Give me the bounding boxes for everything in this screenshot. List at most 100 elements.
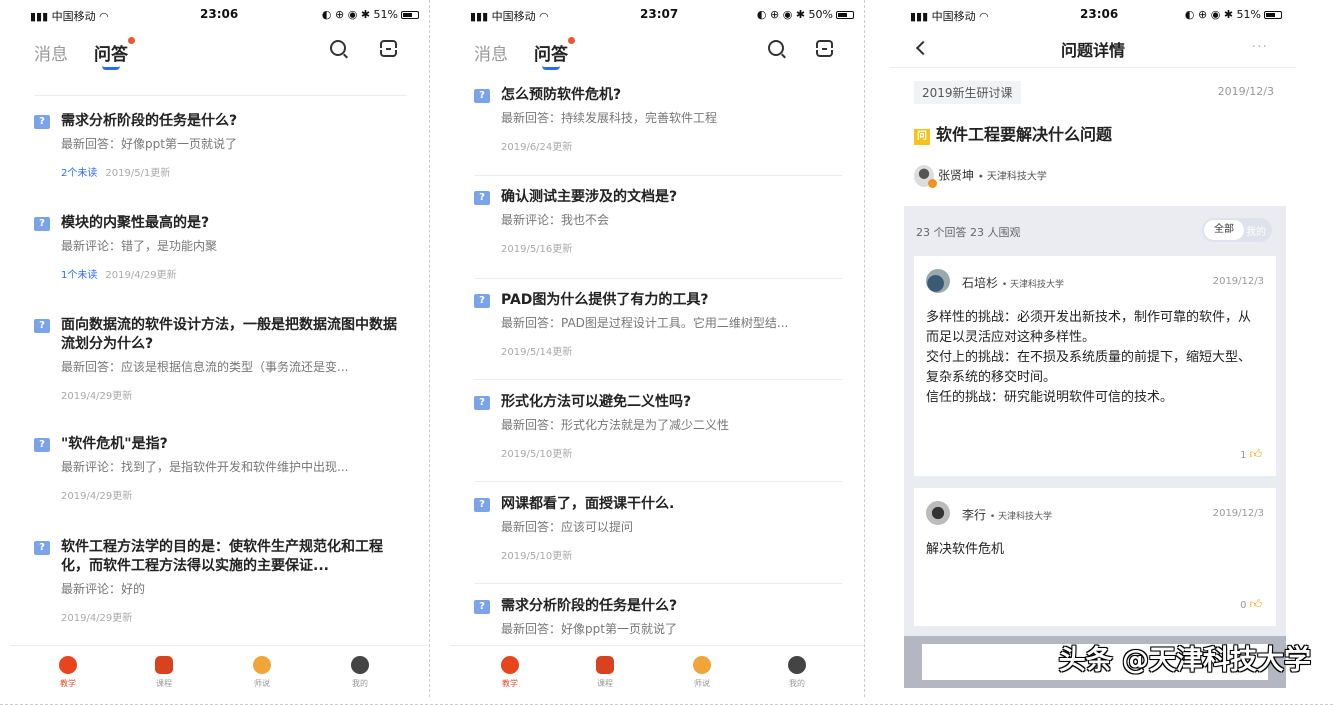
updated-date: 2019/5/10更新 <box>501 551 573 562</box>
status-right: ◐ ⊕ ◉ ✱ 50% <box>757 8 854 21</box>
tab-underline <box>542 66 560 70</box>
bottom-nav: 教学 课程 师说 我的 <box>450 645 864 697</box>
question-icon: ? <box>474 89 490 103</box>
nav-teacher-talk[interactable]: 师说 <box>242 656 282 689</box>
like-button[interactable]: 0 👍︎ <box>1240 597 1262 612</box>
answer-card[interactable]: 李行 • 天津科技大学 2019/12/3 解决软件危机 0 👍︎ <box>914 488 1276 626</box>
latest-reply: 最新回答：PAD图是过程设计工具。它用二维树型结... <box>501 316 789 330</box>
question-title: 软件工程方法学的目的是：使软件生产规范化和工程化，而软件工程方法得以实施的主要保… <box>61 539 383 574</box>
list-item[interactable]: ? 网课都看了，面授课干什么. 最新回答：应该可以提问 2019/5/10更新 <box>474 495 842 562</box>
status-right: ◐ ⊕ ◉ ✱ 51% <box>1185 8 1282 21</box>
nav-label: 教学 <box>502 679 518 688</box>
answer-card[interactable]: 石培杉 • 天津科技大学 2019/12/3 多样性的挑战：必须开发出新技术，制… <box>914 256 1276 476</box>
answer-stats: 23 个回答 23 人围观 <box>916 226 1021 239</box>
item-meta: 2019/4/29更新 <box>61 487 407 502</box>
nav-label: 我的 <box>352 679 368 688</box>
nav-mine[interactable]: 我的 <box>340 656 380 689</box>
question-detail-screen: ▮▮▮ 中国移动 ◠ 23:06 ◐ ⊕ ◉ ✱ 51% 问题详情 ··· 20… <box>890 0 1296 697</box>
latest-reply: 最新评论：找到了，是指软件开发和软件维护中出现... <box>61 460 349 474</box>
question-list: ? 需求分析阶段的任务是什么? 最新回答：好像ppt第一页就说了 2个未读 201… <box>10 76 429 645</box>
author-school: 天津科技大学 <box>998 512 1053 522</box>
top-tabs: 消息 问答 <box>10 36 429 76</box>
nav-label: 师说 <box>694 679 710 688</box>
nav-label: 课程 <box>156 679 172 688</box>
search-icon[interactable] <box>768 40 784 56</box>
updated-date: 2019/6/24更新 <box>501 142 573 153</box>
filter-toggle[interactable]: 全部 我的 <box>1202 218 1272 242</box>
tab-messages[interactable]: 消息 <box>34 40 68 65</box>
question-icon: ? <box>474 191 490 205</box>
author-name: 张贤坤 <box>938 168 975 183</box>
list-item[interactable]: ? 需求分析阶段的任务是什么? 最新回答：好像ppt第一页就说了 2个未读 201… <box>34 112 407 179</box>
battery-icon <box>1264 11 1282 19</box>
question-title: 模块的内聚性最高的是? <box>61 215 210 231</box>
status-bar: ▮▮▮ 中国移动 ◠ 23:07 ◐ ⊕ ◉ ✱ 50% <box>450 4 864 24</box>
thumbs-up-icon: 👍︎ <box>1249 447 1262 461</box>
tab-messages[interactable]: 消息 <box>474 40 508 65</box>
question-date: 2019/12/3 <box>1217 85 1274 98</box>
updated-date: 2019/4/29更新 <box>61 613 133 624</box>
latest-reply: 最新回答：应该可以提问 <box>501 520 634 534</box>
search-icon[interactable] <box>330 40 346 56</box>
nav-teacher-talk[interactable]: 师说 <box>682 656 722 689</box>
course-icon <box>155 656 173 674</box>
tab-qa[interactable]: 问答 <box>534 37 575 70</box>
battery-percent: 51% <box>373 8 398 21</box>
unread-count: 2个未读 <box>61 168 98 179</box>
list-item[interactable]: ? 模块的内聚性最高的是? 最新评论：错了，是功能内聚 1个未读 2019/4/2… <box>34 214 407 281</box>
question-author[interactable]: 张贤坤 • 天津科技大学 <box>914 165 1047 188</box>
latest-reply: 最新回答：好像ppt第一页就说了 <box>61 137 237 151</box>
top-tabs: 消息 问答 <box>450 36 864 76</box>
list-item[interactable]: ? 需求分析阶段的任务是什么? 最新回答：好像ppt第一页就说了 <box>474 597 842 637</box>
question-icon: ? <box>34 217 50 231</box>
scan-icon[interactable] <box>379 40 398 57</box>
question-tag-icon: 问 <box>914 129 930 145</box>
thumbs-up-icon: 👍︎ <box>1249 597 1262 611</box>
list-item[interactable]: ? PAD图为什么提供了有力的工具? 最新回答：PAD图是过程设计工具。它用二维… <box>474 291 842 358</box>
bottom-nav: 教学 课程 师说 我的 <box>10 645 429 697</box>
nav-course[interactable]: 课程 <box>585 656 625 689</box>
question-heading: 问软件工程要解决什么问题 <box>914 121 1112 145</box>
item-meta: 1个未读 2019/4/29更新 <box>61 266 407 281</box>
more-icon[interactable]: ··· <box>1252 39 1268 55</box>
course-tag[interactable]: 2019新生研讨课 <box>914 81 1021 104</box>
teacher-icon <box>693 656 711 674</box>
like-count: 1 <box>1240 450 1247 461</box>
clock: 23:06 <box>200 7 239 21</box>
updated-date: 2019/5/10更新 <box>501 449 573 460</box>
author-school: 天津科技大学 <box>986 171 1047 183</box>
nav-teaching[interactable]: 教学 <box>48 656 88 689</box>
answer-date: 2019/12/3 <box>1212 276 1264 287</box>
list-item[interactable]: ? 怎么预防软件危机? 最新回答：持续发展科技，完善软件工程 2019/6/24… <box>474 86 842 153</box>
profile-icon <box>351 656 369 674</box>
badge-dot <box>128 37 135 44</box>
nav-mine[interactable]: 我的 <box>777 656 817 689</box>
question-icon: ? <box>474 294 490 308</box>
latest-reply: 最新回答：应该是根据信息流的类型（事务流还是变... <box>61 360 349 374</box>
badge-dot <box>568 37 575 44</box>
question-title: "软件危机"是指? <box>61 436 168 452</box>
latest-reply: 最新回答：形式化方法就是为了减少二义性 <box>501 418 730 432</box>
item-meta: 2019/4/29更新 <box>61 387 407 402</box>
question-title: PAD图为什么提供了有力的工具? <box>501 292 709 308</box>
answer-author: 石培杉 • 天津科技大学 <box>962 276 1065 290</box>
clock: 23:07 <box>640 7 679 21</box>
filter-all[interactable]: 全部 <box>1204 220 1244 240</box>
tab-qa[interactable]: 问答 <box>94 37 135 70</box>
updated-date: 2019/5/1更新 <box>105 168 171 179</box>
list-item[interactable]: ? 软件工程方法学的目的是：使软件生产规范化和工程化，而软件工程方法得以实施的主… <box>34 538 407 624</box>
tab-underline <box>102 66 120 70</box>
nav-course[interactable]: 课程 <box>144 656 184 689</box>
filter-mine[interactable]: 我的 <box>1246 223 1266 238</box>
list-item[interactable]: ? 确认测试主要涉及的文档是? 最新评论：我也不会 2019/5/16更新 <box>474 188 842 255</box>
like-button[interactable]: 1 👍︎ <box>1240 447 1262 462</box>
nav-teaching[interactable]: 教学 <box>490 656 530 689</box>
question-icon: ? <box>474 498 490 512</box>
scan-icon[interactable] <box>815 40 834 57</box>
carrier-text: 中国移动 <box>51 10 96 23</box>
list-item[interactable]: ? 形式化方法可以避免二义性吗? 最新回答：形式化方法就是为了减少二义性 201… <box>474 393 842 460</box>
list-item[interactable]: ? 面向数据流的软件设计方法，一般是把数据流图中数据流划分为什么? 最新回答：应… <box>34 316 407 402</box>
carrier-text: 中国移动 <box>931 10 976 23</box>
battery-icon <box>836 11 854 19</box>
list-item[interactable]: ? "软件危机"是指? 最新评论：找到了，是指软件开发和软件维护中出现... 2… <box>34 435 407 502</box>
